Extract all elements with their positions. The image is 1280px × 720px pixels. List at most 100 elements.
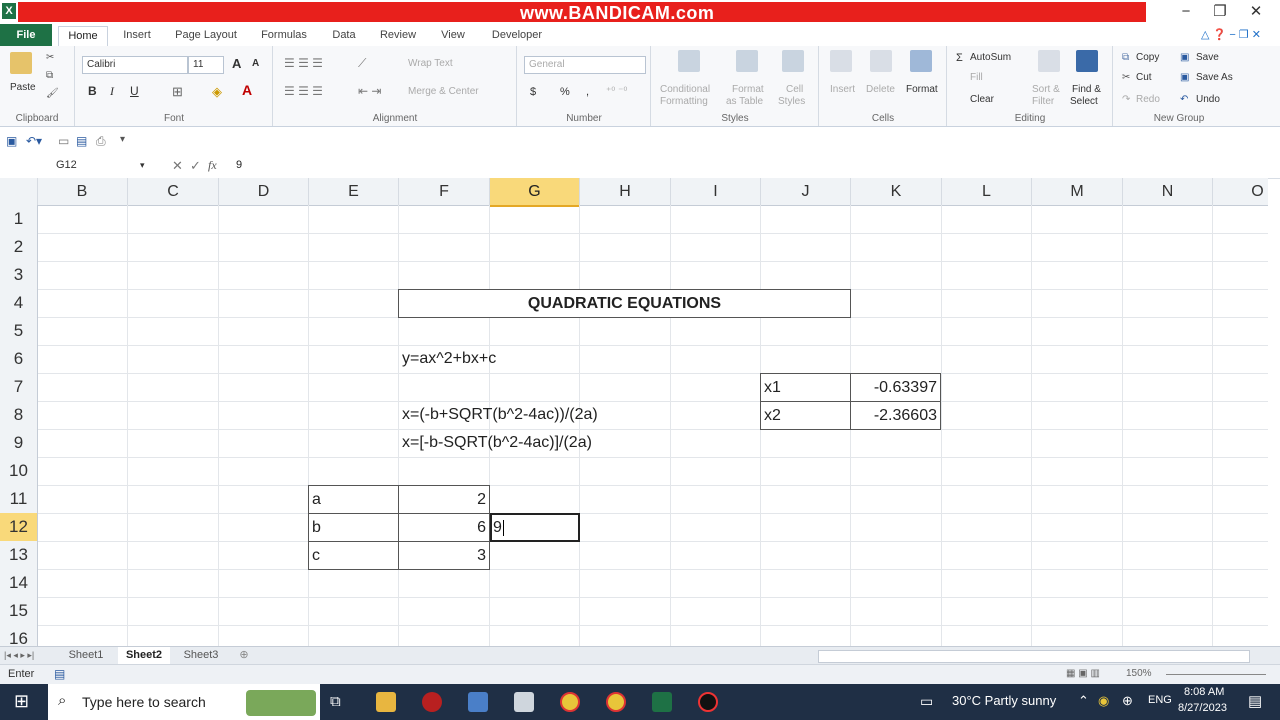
close-button[interactable]: ✕ [1238,2,1274,22]
comma-button[interactable]: , [586,86,589,98]
save-as-button[interactable]: Save As [1196,72,1233,83]
a-label-cell[interactable]: a [308,485,399,514]
tab-review[interactable]: Review [372,26,424,46]
tray-chevron-icon[interactable]: ⌃ [1078,693,1089,709]
row-header-16[interactable]: 16 [0,625,38,646]
excel-taskbar-icon[interactable] [652,692,672,712]
sheet-tab-sheet1[interactable]: Sheet1 [62,647,110,664]
row-header-10[interactable]: 10 [0,457,38,486]
restore-button[interactable]: ❐ [1202,2,1238,22]
title-cell[interactable]: QUADRATIC EQUATIONS [398,289,851,318]
app-gray-icon[interactable] [514,692,534,712]
sort-filter-button-line2[interactable]: Filter [1032,96,1054,107]
conditional-formatting-button[interactable]: Conditional [660,84,710,95]
copy-icon-small[interactable]: ⧉ [1122,52,1129,63]
chrome-icon-2[interactable] [606,692,626,712]
view-buttons-icon[interactable]: ▦ ▣ ▥ [1066,668,1100,679]
italic-button[interactable]: I [110,84,114,99]
zoom-level[interactable]: 150% [1126,668,1152,679]
align-left-icon[interactable]: ☰ ☰ ☰ [284,84,323,98]
copy-button[interactable]: Copy [1136,52,1159,63]
worksheet-grid[interactable]: B C D E F G H I J K L M N O 1 2 3 4 5 6 [0,178,1268,646]
windows-start-icon[interactable]: ⊞ [14,691,29,712]
currency-button[interactable]: $ [530,86,536,98]
paste-icon[interactable] [10,52,32,74]
macro-record-icon[interactable]: ▤ [54,667,65,681]
indent-icon[interactable]: ⇤ ⇥ [358,84,381,98]
clear-button[interactable]: Clear [970,94,994,105]
tab-view[interactable]: View [432,26,474,46]
redo-icon[interactable]: ↷ [1122,94,1130,105]
a-value-cell[interactable]: 2 [398,485,490,514]
search-box[interactable]: ⌕ Type here to search [48,684,320,720]
row-header-13[interactable]: 13 [0,541,38,570]
align-top-icon[interactable]: ☰ ☰ ☰ [284,56,323,70]
cell-styles-button-line2[interactable]: Styles [778,96,805,107]
tab-page-layout[interactable]: Page Layout [168,26,244,46]
col-header-k[interactable]: K [851,178,942,205]
file-explorer-icon[interactable] [376,692,396,712]
tray-app-icon[interactable]: ◉ [1098,693,1109,709]
x1-label-cell[interactable]: x1 [760,373,851,402]
delete-button[interactable]: Delete [866,84,895,95]
row-header-15[interactable]: 15 [0,597,38,626]
col-header-h[interactable]: H [580,178,671,205]
clock-date[interactable]: 8/27/2023 [1178,702,1227,714]
help-icon[interactable]: △ ❓ − ❐ ✕ [1186,26,1276,46]
language-indicator[interactable]: ENG [1148,694,1172,706]
sort-filter-button[interactable]: Sort & [1032,84,1060,95]
underline-button[interactable]: U [130,84,139,98]
col-header-c[interactable]: C [128,178,219,205]
qat-open-icon[interactable]: ▤ [76,134,87,148]
col-header-g[interactable]: G [490,178,580,207]
b-value-cell[interactable]: 6 [398,513,490,542]
name-box[interactable]: G12 ▾ [4,156,145,174]
weather-icon[interactable]: ▭ [920,693,933,710]
undo-icon[interactable]: ↶ [1180,94,1188,105]
cut-icon[interactable]: ✂ [46,52,54,63]
font-color-icon[interactable]: A [242,82,252,98]
equation-cell[interactable]: y=ax^2+bx+c [402,345,496,373]
app-red-icon[interactable] [422,692,442,712]
sheet-tab-sheet2[interactable]: Sheet2 [118,647,170,664]
format-table-icon[interactable] [736,50,758,72]
col-header-i[interactable]: I [671,178,761,205]
format-painter-icon[interactable]: 🖌 [46,88,59,99]
fill-button[interactable]: Fill [970,72,983,83]
save-icon[interactable]: ▣ [1180,52,1189,63]
formula2-cell[interactable]: x=[-b-SQRT(b^2-4ac)]/(2a) [402,429,592,457]
cell-styles-button[interactable]: Cell [786,84,803,95]
bandicam-icon[interactable] [698,692,718,712]
formula1-cell[interactable]: x=(-b+SQRT(b^2-4ac))/(2a) [402,401,598,429]
col-header-n[interactable]: N [1123,178,1213,205]
copy-icon[interactable]: ⧉ [46,70,53,81]
weather-text[interactable]: 30°C Partly sunny [952,693,1056,708]
percent-button[interactable]: % [560,86,570,98]
row-header-1[interactable]: 1 [0,205,38,234]
format-button[interactable]: Format [906,84,938,95]
tab-home[interactable]: Home [58,26,108,48]
app-blue-icon[interactable] [468,692,488,712]
row-header-4[interactable]: 4 [0,289,38,318]
task-view-icon[interactable]: ⧉ [330,693,341,710]
redo-button[interactable]: Redo [1136,94,1160,105]
qat-undo-icon[interactable]: ↶▾ [26,134,42,148]
row-header-6[interactable]: 6 [0,345,38,374]
paste-button[interactable]: Paste [10,82,36,93]
col-header-o[interactable]: O [1213,178,1268,205]
format-table-button-line2[interactable]: as Table [726,96,763,107]
autosum-button[interactable]: AutoSum [970,52,1011,63]
tab-formulas[interactable]: Formulas [252,26,316,46]
save-button[interactable]: Save [1196,52,1219,63]
qat-save-icon[interactable]: ▣ [6,134,17,148]
tab-developer[interactable]: Developer [482,26,552,46]
row-header-14[interactable]: 14 [0,569,38,598]
insert-sheet-icon[interactable]: ⊕ [232,647,256,664]
sort-filter-icon[interactable] [1038,50,1060,72]
qat-print-preview-icon[interactable]: ⎙ [96,134,106,149]
save-as-icon[interactable]: ▣ [1180,72,1189,83]
bold-button[interactable]: B [88,84,97,98]
clock-time[interactable]: 8:08 AM [1184,686,1224,698]
wrap-text-button[interactable]: Wrap Text [408,58,453,69]
formula-input[interactable]: 9 [236,156,242,174]
